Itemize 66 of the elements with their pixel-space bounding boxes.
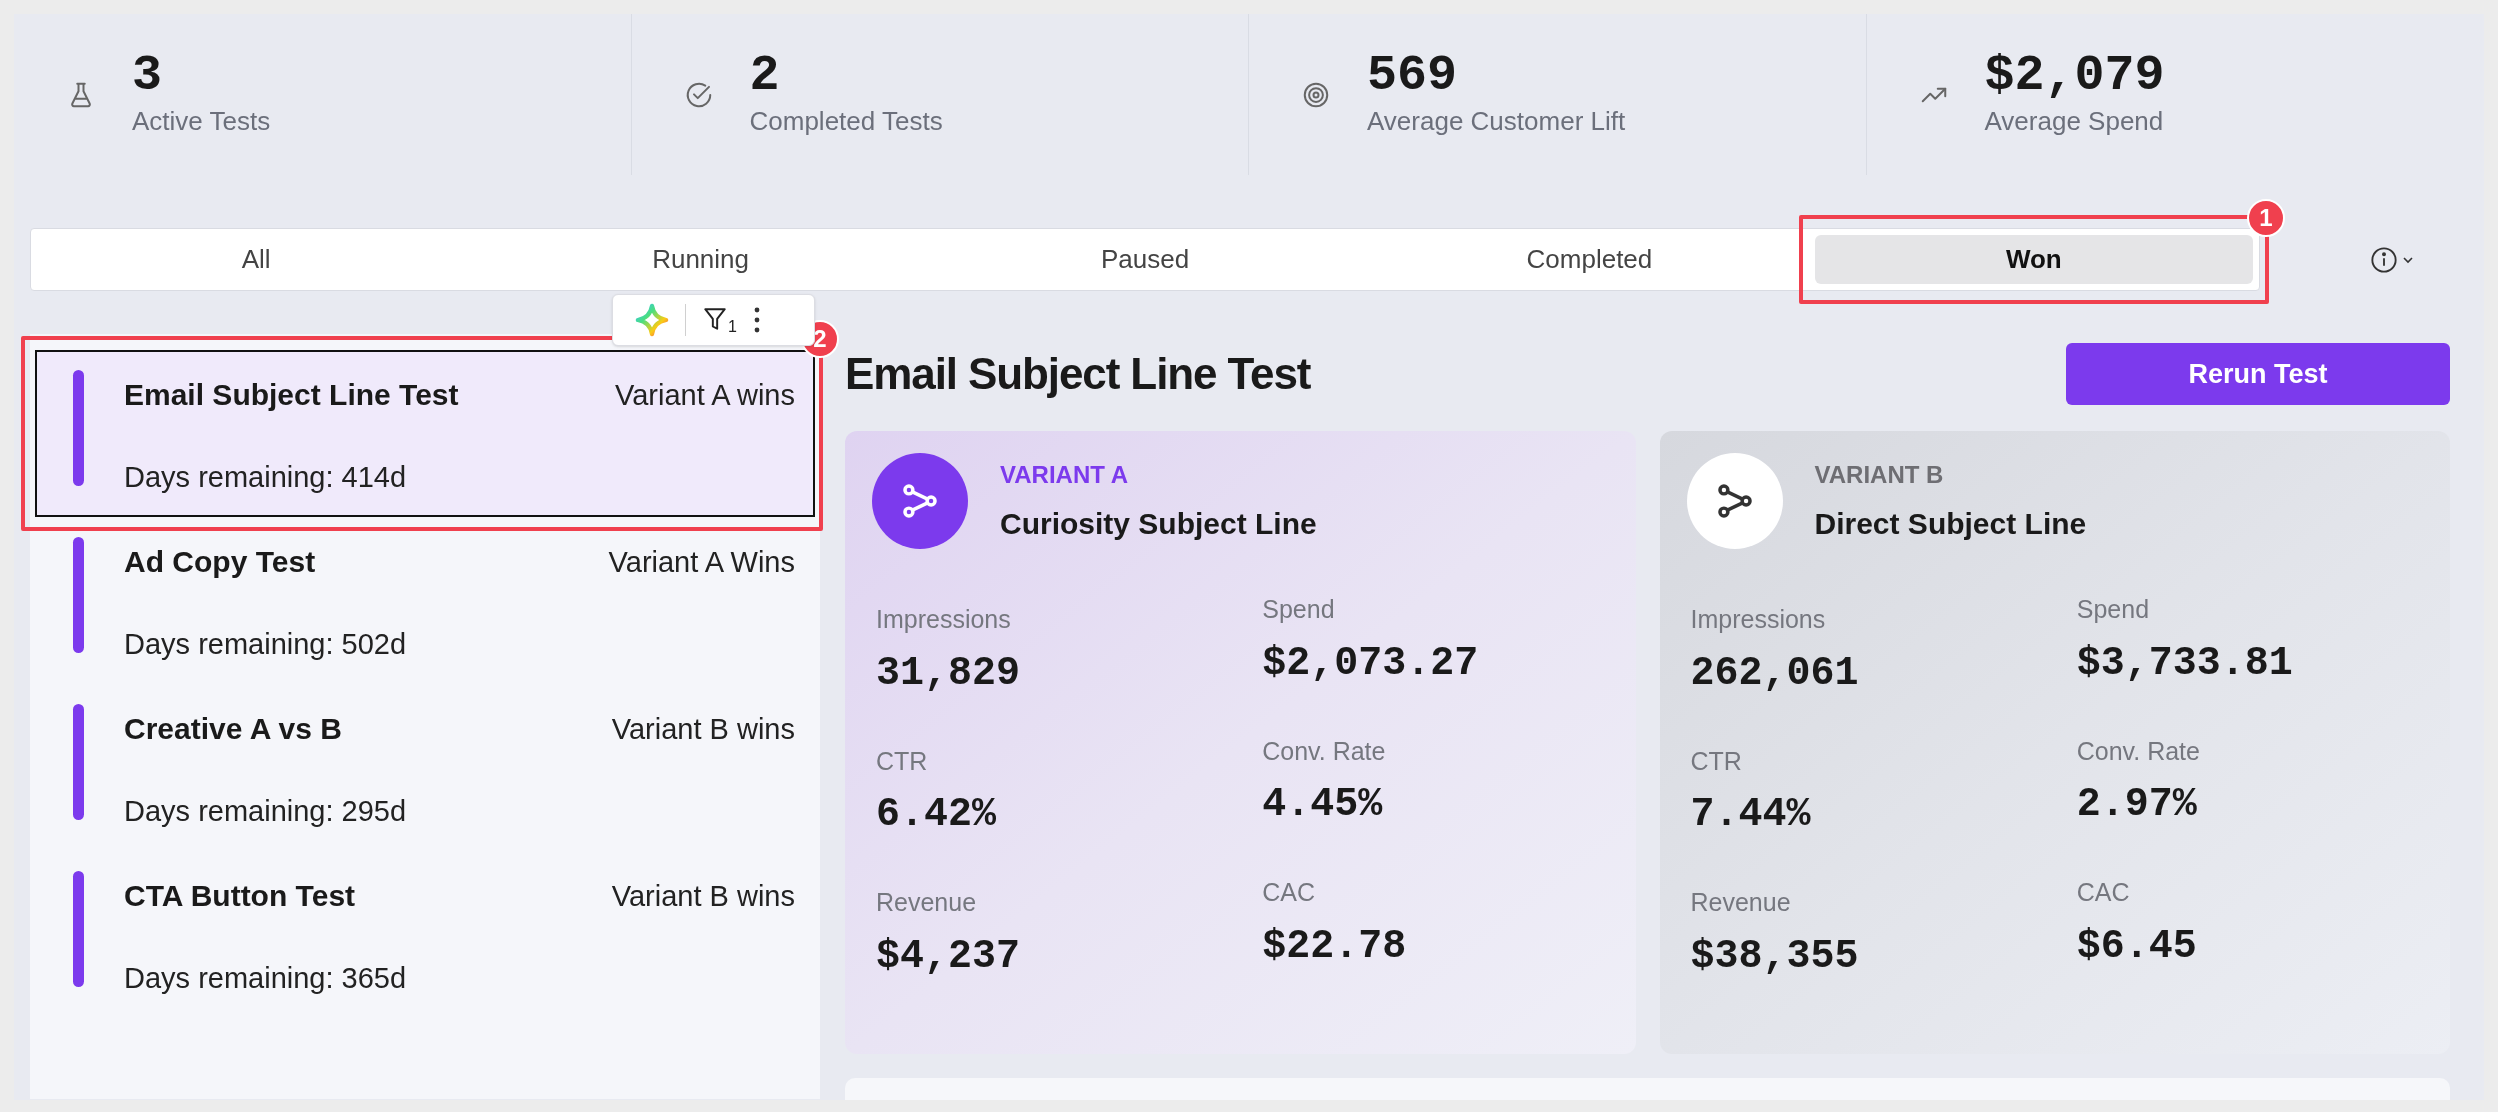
variant-name: Direct Subject Line <box>1814 505 2087 542</box>
variant-label: VARIANT A <box>1000 459 1129 490</box>
filter-tab[interactable]: Completed <box>1370 235 1809 284</box>
metric-label: Revenue <box>1690 887 1792 918</box>
stat-label: Average Spend <box>1984 105 2165 138</box>
test-result: Variant A wins <box>615 378 795 413</box>
metric-label: Conv. Rate <box>1262 735 1387 767</box>
days-remaining: Days remaining: 414d <box>124 459 408 495</box>
test-name: Ad Copy Test <box>124 544 316 580</box>
metric-label: Conv. Rate <box>2076 735 2201 767</box>
metric-label: Spend <box>2076 594 2151 625</box>
stat-value: 2 <box>749 51 781 102</box>
metric-value: $4,237 <box>876 932 1022 981</box>
days-remaining: Days remaining: 365d <box>124 960 408 996</box>
metric-label: Impressions <box>876 604 1012 635</box>
branch-icon <box>1715 482 1754 520</box>
days-remaining: Days remaining: 295d <box>124 793 408 829</box>
stat-label: Completed Tests <box>749 105 943 138</box>
stat-value: $2,079 <box>1984 51 2165 102</box>
test-name: Email Subject Line Test <box>124 377 459 413</box>
stat-label: Active Tests <box>132 105 271 138</box>
metric-value: $6.45 <box>2076 922 2198 971</box>
metric-value: $38,355 <box>1690 932 1860 981</box>
variant-name: Curiosity Subject Line <box>1000 505 1317 542</box>
metric-label: Impressions <box>1690 604 1827 635</box>
metric-value: $2,073.27 <box>1262 639 1480 688</box>
more-options-icon[interactable] <box>752 306 761 334</box>
stat-value: 3 <box>132 51 163 102</box>
test-list-item[interactable]: Email Subject Line Test Variant A wins Days remaining: 414d <box>35 350 815 517</box>
test-result: Variant B wins <box>611 879 795 914</box>
info-icon <box>2370 245 2398 274</box>
metric-value: 262,061 <box>1690 649 1860 698</box>
metric-label: CAC <box>1262 877 1317 908</box>
metric-value: 6.42% <box>876 791 998 839</box>
metric-value: 7.44% <box>1690 791 1812 839</box>
metric-label: CAC <box>2076 877 2131 908</box>
rerun-test-button[interactable]: Rerun Test <box>2066 343 2450 405</box>
test-list-item[interactable]: Creative A vs B Variant B wins Days remaining: 295d <box>35 684 815 851</box>
metric-value: 2.97% <box>2076 781 2198 829</box>
metric-label: CTR <box>1690 745 1743 777</box>
test-list-item[interactable]: CTA Button Test Variant B wins Days remaining: 365d <box>35 851 815 1018</box>
days-remaining: Days remaining: 502d <box>124 626 408 662</box>
info-menu-button[interactable] <box>2370 245 2414 274</box>
test-name: CTA Button Test <box>124 878 356 914</box>
metric-value: 31,829 <box>876 649 1022 698</box>
annotation-badge: 1 <box>2247 199 2286 237</box>
metric-label: Revenue <box>876 887 978 918</box>
test-list-item[interactable]: Ad Copy Test Variant A Wins Days remaining: 502d <box>35 517 815 684</box>
filter-tab[interactable]: Won <box>1814 235 2254 284</box>
branch-icon <box>901 482 939 520</box>
stat-label: Average Customer Lift <box>1367 105 1626 138</box>
filter-tab[interactable]: Paused <box>925 235 1365 284</box>
metric-value: 4.45% <box>1262 781 1384 829</box>
metric-value: $3,733.81 <box>2076 639 2294 688</box>
filter-tab[interactable]: All <box>37 235 476 284</box>
variant-label: VARIANT B <box>1814 459 1945 490</box>
metric-label: Spend <box>1262 594 1336 625</box>
test-result: Variant A Wins <box>608 545 795 580</box>
filter-button[interactable]: 1 <box>702 305 737 335</box>
test-result: Variant B wins <box>611 712 795 747</box>
filter-tab[interactable]: Running <box>481 235 920 284</box>
metric-value: $22.78 <box>1262 922 1408 971</box>
test-name: Creative A vs B <box>124 711 342 747</box>
metric-label: CTR <box>876 745 929 777</box>
test-title: Email Subject Line Test <box>845 348 1311 400</box>
stat-value: 569 <box>1367 51 1458 102</box>
